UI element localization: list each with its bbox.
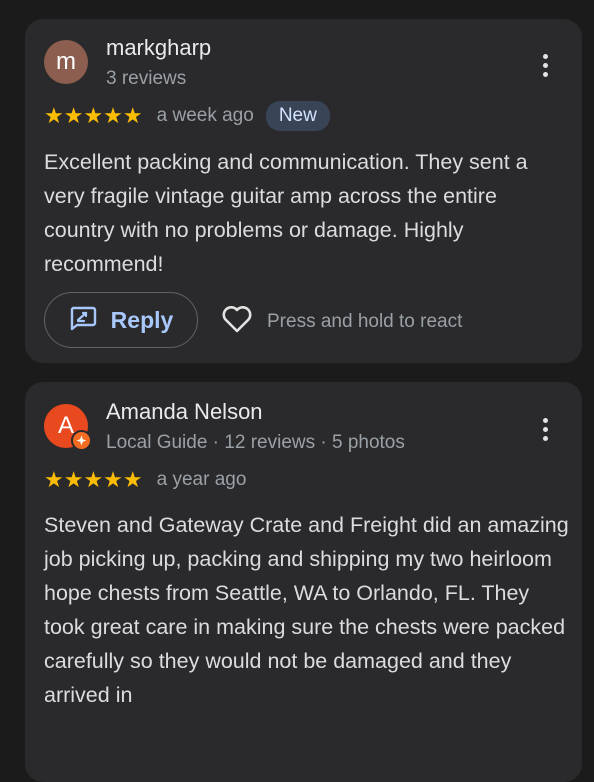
more-vert-icon-dot [542,435,548,441]
rating-row: ★★★★★ a week ago New [44,100,330,132]
reviewer-name[interactable]: Amanda Nelson [106,399,263,425]
reviewer-meta: 3 reviews [106,68,187,89]
reviewer-meta: Local Guide · 12 reviews · 5 photos [106,432,405,453]
star-rating: ★★★★★ [44,103,143,128]
review-text: Steven and Gateway Crate and Freight did… [44,513,569,707]
more-vert-icon-dot [542,426,548,432]
review-date: a week ago [156,105,254,126]
avatar[interactable]: A [44,404,92,451]
review-text: Excellent packing and communication. The… [44,150,528,276]
react-label: Press and hold to react [267,310,463,332]
review-date: a year ago [156,469,247,490]
avatar[interactable]: m [44,40,88,84]
review-card: A Amanda Nelson Local Guide · 12 reviews… [25,382,582,782]
rating-row: ★★★★★ a year ago [44,464,246,496]
more-vert-icon-dot [542,71,548,77]
heart-outline-icon [221,304,253,339]
more-vert-icon [542,53,548,59]
review-card: m markgharp 3 reviews ★★★★★ a week ago N… [25,19,582,363]
more-options-button[interactable] [533,411,557,447]
more-vert-icon [542,417,548,423]
reply-label: Reply [110,306,174,333]
reply-icon [69,305,97,336]
avatar-letter: m [56,48,76,75]
reviewer-name[interactable]: markgharp [106,35,211,61]
reply-button[interactable]: Reply [44,292,198,348]
star-rating: ★★★★★ [44,467,143,492]
new-badge: New [265,101,330,131]
react-button[interactable]: Press and hold to react [221,304,462,339]
more-options-button[interactable] [533,47,557,83]
more-vert-icon-dot [542,62,548,68]
local-guide-badge-icon [71,430,92,451]
